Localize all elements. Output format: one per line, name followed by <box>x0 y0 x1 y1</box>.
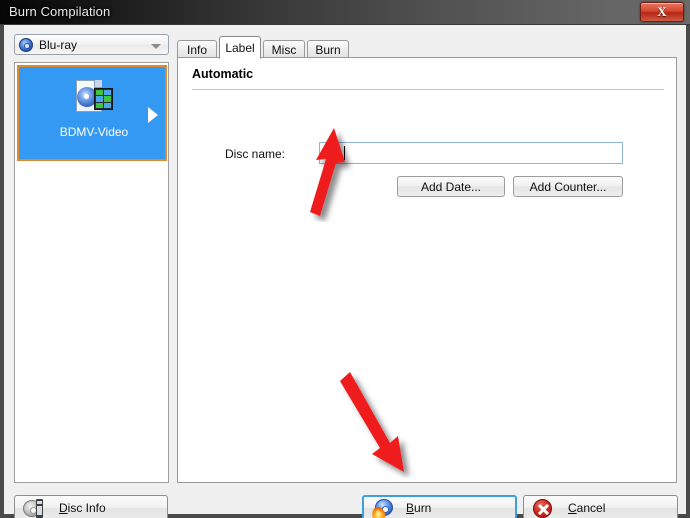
burn-button[interactable]: Burn <box>362 495 517 518</box>
add-date-button[interactable]: Add Date... <box>397 176 505 197</box>
disc-info-button-label: Disc Info <box>59 501 106 515</box>
close-button[interactable]: X <box>640 2 684 22</box>
media-type-value: Blu-ray <box>39 38 78 52</box>
section-divider <box>192 89 664 90</box>
disc-info-accel: D <box>59 501 68 515</box>
text-caret <box>344 146 345 160</box>
burn-compilation-window: Burn Compilation X Blu-ray BDMV-Video In… <box>0 0 690 518</box>
disc-info-button[interactable]: Disc Info <box>14 495 168 518</box>
cancel-accel: C <box>568 501 577 515</box>
client-inner: Blu-ray BDMV-Video Info Label Misc Burn … <box>4 25 686 518</box>
compilation-list-panel[interactable]: BDMV-Video <box>14 62 169 483</box>
media-type-dropdown[interactable]: Blu-ray <box>14 34 169 55</box>
list-item-label: BDMV-Video <box>59 125 129 139</box>
cancel-button[interactable]: Cancel <box>523 495 678 518</box>
burn-disc-flame-icon <box>370 499 396 518</box>
burn-accel: B <box>406 501 415 515</box>
window-client-area: Blu-ray BDMV-Video Info Label Misc Burn … <box>0 25 690 518</box>
section-title: Automatic <box>192 67 254 81</box>
cancel-button-label: Cancel <box>568 501 605 515</box>
tab-misc[interactable]: Misc <box>263 40 305 58</box>
list-item[interactable]: BDMV-Video <box>17 65 167 161</box>
chevron-right-icon <box>148 107 158 123</box>
close-icon: X <box>657 4 667 19</box>
tab-label[interactable]: Label <box>219 36 261 59</box>
disc-icon <box>19 38 33 52</box>
disc-name-label: Disc name: <box>225 147 286 161</box>
burn-button-label: Burn <box>406 501 431 515</box>
disc-info-icon <box>23 499 43 518</box>
title-bar: Burn Compilation X <box>0 0 690 25</box>
tab-info[interactable]: Info <box>177 40 217 58</box>
window-title: Burn Compilation <box>9 4 111 19</box>
tab-burn[interactable]: Burn <box>307 40 349 58</box>
chevron-down-icon <box>151 44 161 49</box>
bottom-button-bar: Disc Info Burn Cancel <box>4 484 686 518</box>
disc-name-input[interactable] <box>319 142 623 164</box>
disc-info-suffix: isc Info <box>67 501 106 515</box>
cancel-suffix: ancel <box>576 501 606 515</box>
add-counter-button[interactable]: Add Counter... <box>513 176 623 197</box>
bdmv-video-document-icon <box>74 80 114 114</box>
burn-suffix: urn <box>414 501 432 515</box>
tab-strip: Info Label Misc Burn <box>177 36 677 59</box>
tab-content-panel: Automatic Disc name: Add Date... Add Cou… <box>177 57 677 483</box>
cancel-icon <box>533 499 552 518</box>
